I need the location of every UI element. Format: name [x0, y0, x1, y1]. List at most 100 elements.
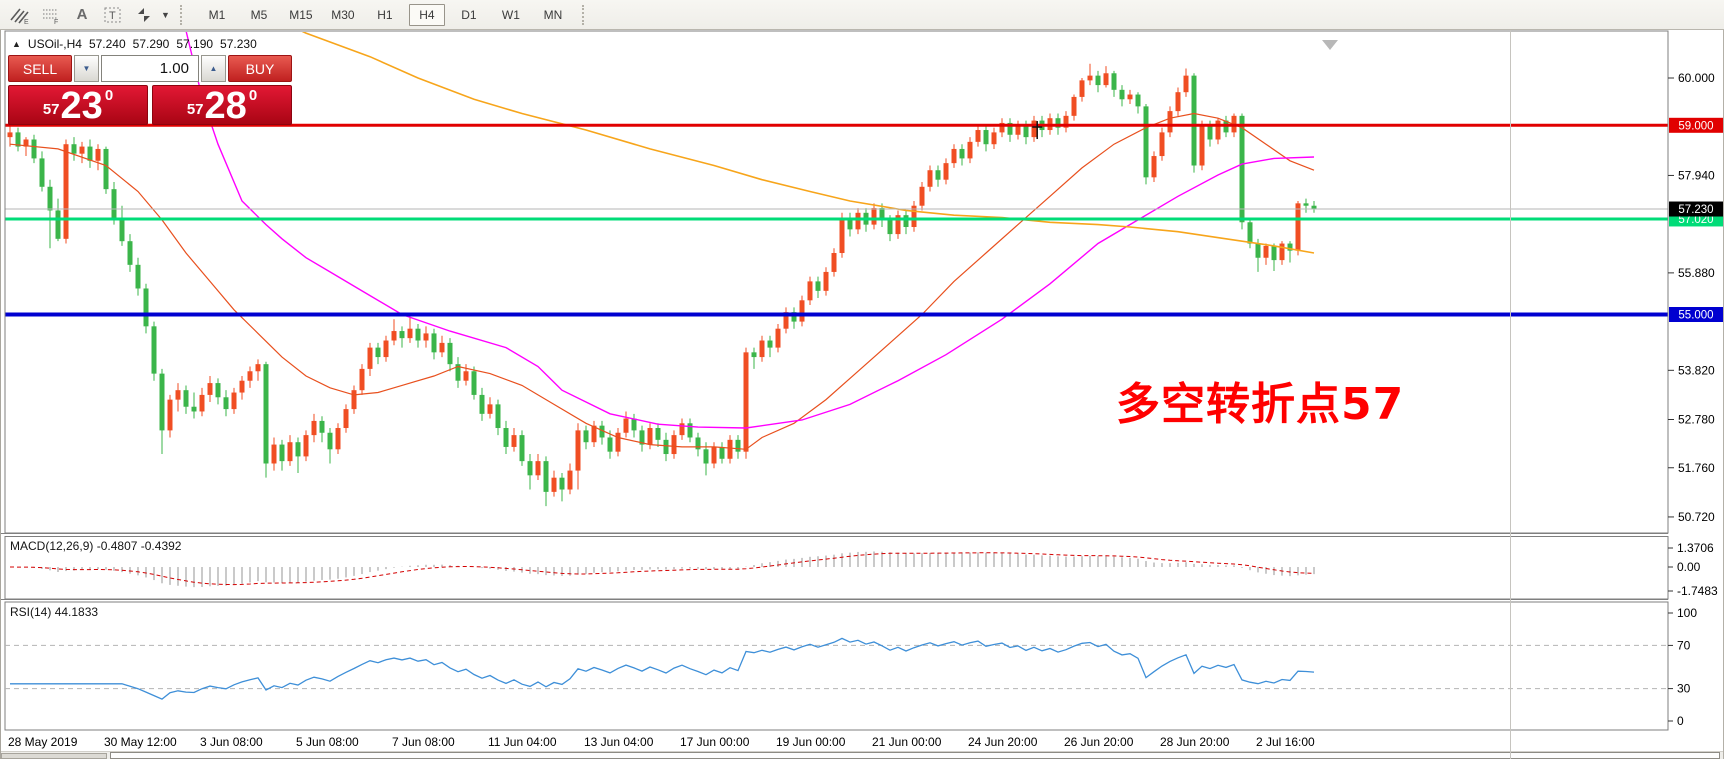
candle-body	[816, 281, 821, 290]
candle	[592, 421, 597, 447]
chart-annotation-text: 多空转折点57	[1116, 368, 1404, 432]
candle-body	[472, 371, 477, 395]
candle-body	[536, 461, 541, 475]
candle	[1104, 66, 1109, 87]
candle-body	[184, 390, 189, 407]
candle-body	[1272, 246, 1277, 260]
macd-scale-label: 0.00	[1677, 560, 1701, 574]
candle-body	[128, 241, 133, 265]
buy-price-tile[interactable]: 57 28 0	[152, 85, 292, 125]
volume-increment-button[interactable]: ▲	[201, 55, 226, 82]
candle	[912, 201, 917, 232]
candle	[264, 362, 269, 478]
candle-body	[448, 343, 453, 364]
candle-body	[8, 132, 13, 137]
candle	[360, 364, 365, 395]
candle-body	[1248, 222, 1253, 243]
line-studies-icon[interactable]: E	[6, 3, 34, 27]
panel-frame	[5, 537, 1668, 600]
timeframe-W1[interactable]: W1	[493, 4, 529, 26]
vertical-divider-line	[1510, 0, 1511, 759]
macd-scale-label: 1.3706	[1677, 541, 1714, 555]
candle-body	[120, 220, 125, 241]
candle-body	[1080, 80, 1085, 97]
timeframe-H1[interactable]: H1	[367, 4, 403, 26]
candle	[776, 324, 781, 352]
date-tick-label: 28 Jun 20:00	[1160, 735, 1230, 749]
scrollbar-thumb[interactable]	[110, 752, 1720, 759]
candle	[248, 367, 253, 388]
candle	[232, 388, 237, 414]
rsi-scale-label: 70	[1677, 638, 1691, 652]
macd-name: MACD(12,26,9)	[10, 539, 93, 553]
candle	[1176, 87, 1181, 115]
price-tick-label: 51.760	[1678, 461, 1715, 475]
candle	[760, 336, 765, 362]
rsi-scale-label: 0	[1677, 714, 1684, 728]
candle-body	[1072, 97, 1077, 116]
candle-body	[40, 158, 45, 186]
candle-body	[1184, 76, 1189, 93]
timeframe-M30[interactable]: M30	[325, 4, 361, 26]
grid-icon[interactable]: F	[37, 3, 65, 27]
candle-body	[152, 326, 157, 373]
candle	[944, 158, 949, 184]
candle	[352, 385, 357, 413]
volume-input[interactable]: 1.00	[101, 55, 199, 82]
candle	[240, 376, 245, 400]
candle-body	[1024, 125, 1029, 137]
volume-decrement-button[interactable]: ▼	[74, 55, 99, 82]
candle	[304, 430, 309, 461]
candle	[800, 296, 805, 327]
rsi-panel: 10070300	[5, 606, 1697, 728]
candle-body	[568, 471, 573, 490]
candle	[664, 433, 669, 461]
candle	[416, 324, 421, 348]
candle	[448, 338, 453, 371]
candle	[48, 180, 53, 249]
timeframe-M1[interactable]: M1	[199, 4, 235, 26]
scrollbar-track-segment[interactable]	[1, 753, 107, 759]
sell-button[interactable]: SELL	[8, 55, 72, 82]
text-label-icon[interactable]: A	[68, 3, 96, 27]
candle	[1160, 128, 1165, 161]
candle	[808, 277, 813, 305]
candle-body	[488, 404, 493, 413]
candle	[488, 397, 493, 418]
candle	[640, 426, 645, 452]
collapse-triangle-icon[interactable]: ▲	[12, 39, 21, 49]
timeframe-D1[interactable]: D1	[451, 4, 487, 26]
candle-body	[1304, 203, 1309, 205]
candle-body	[384, 341, 389, 358]
timeframe-H4[interactable]: H4	[409, 4, 445, 26]
candle-body	[80, 147, 85, 154]
candle	[744, 348, 749, 459]
candle	[816, 277, 821, 298]
buy-button[interactable]: BUY	[228, 55, 292, 82]
sell-price-tile[interactable]: 57 23 0	[8, 85, 148, 125]
candle	[720, 442, 725, 463]
timeframe-M15[interactable]: M15	[283, 4, 319, 26]
price-tick-label: 52.780	[1678, 413, 1715, 427]
candle	[1112, 71, 1117, 97]
svg-text:T: T	[109, 10, 116, 22]
candle-body	[280, 445, 285, 462]
candle	[256, 359, 261, 380]
timeframe-MN[interactable]: MN	[535, 4, 571, 26]
candle	[560, 473, 565, 501]
candle	[584, 426, 589, 450]
candle-body	[608, 437, 613, 451]
candle-body	[576, 430, 581, 470]
candle	[200, 388, 205, 416]
chevron-down-icon[interactable]: ▼	[161, 10, 170, 20]
timeframe-M5[interactable]: M5	[241, 4, 277, 26]
candle	[1184, 69, 1189, 97]
candle-body	[464, 371, 469, 380]
candle	[408, 317, 413, 343]
candle	[344, 404, 349, 432]
candle	[928, 166, 933, 192]
text-box-icon[interactable]: T	[99, 3, 127, 27]
cycle-arrows-icon[interactable]	[130, 3, 158, 27]
candle	[424, 326, 429, 347]
cycle-arrows-glyph	[134, 6, 154, 24]
